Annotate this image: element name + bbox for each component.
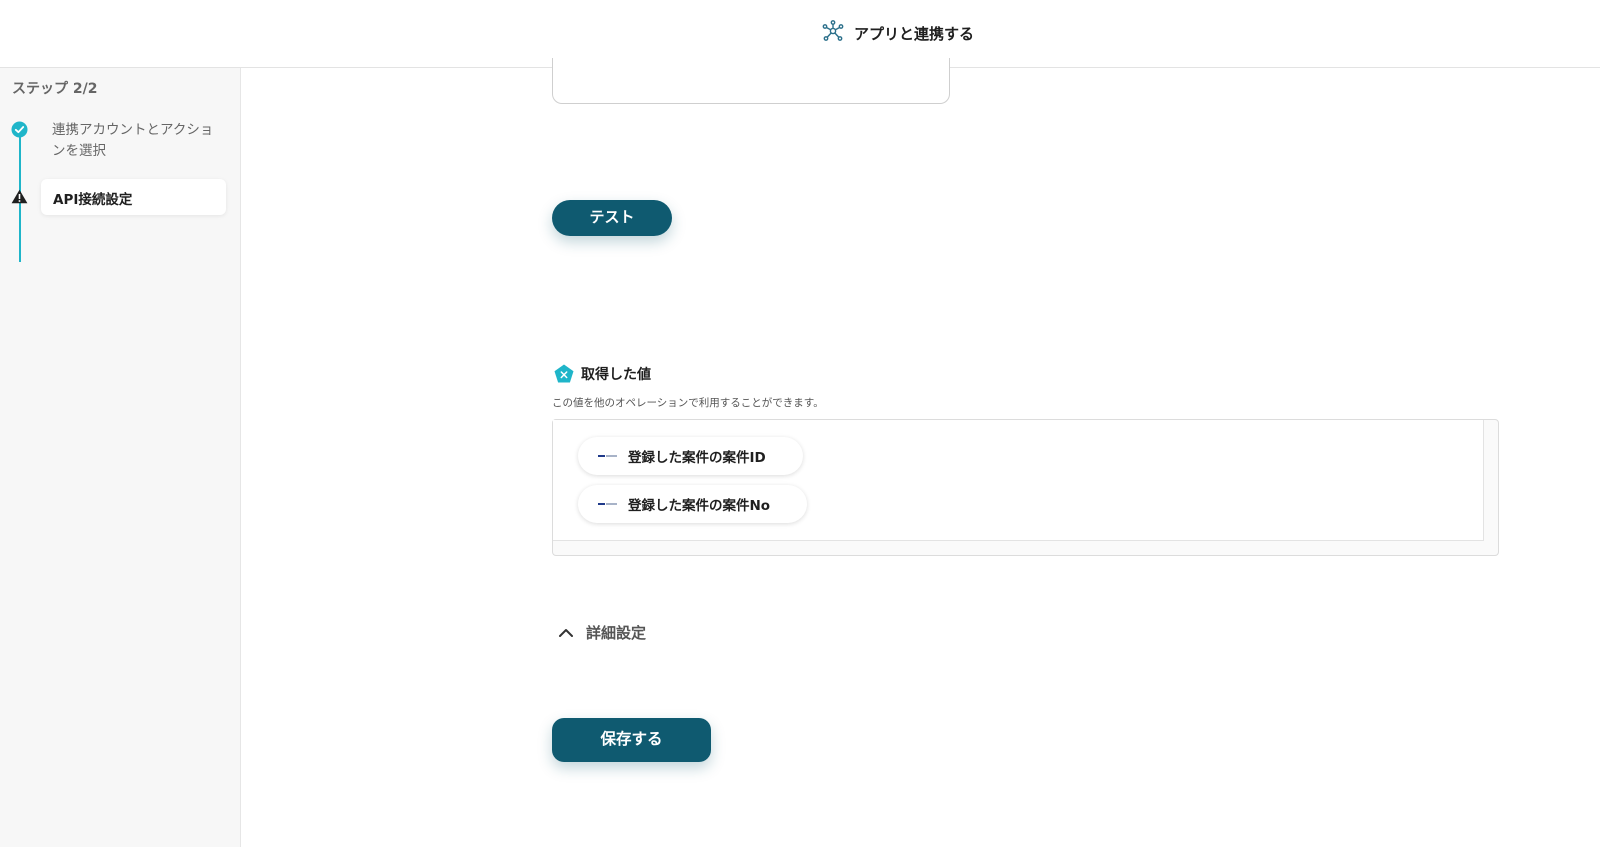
retrieved-values-panel: 登録した案件の案件ID 登録した案件の案件No [552, 419, 1499, 556]
retrieved-values-list: 登録した案件の案件ID 登録した案件の案件No [553, 420, 1484, 541]
check-circle-icon [11, 121, 28, 142]
text-input-field[interactable] [552, 58, 950, 104]
value-chip-label: 登録した案件の案件No [628, 498, 771, 514]
app-logo-icon [598, 502, 618, 507]
header-title: アプリと連携する [854, 24, 975, 43]
retrieved-values-description: この値を他のオペレーションで利用することができます。 [552, 397, 824, 409]
sidebar-step-api-settings[interactable]: API接続設定 [41, 179, 226, 215]
retrieved-values-title: 取得した値 [581, 367, 651, 383]
test-button[interactable]: テスト [552, 200, 672, 236]
steps-sidebar: ステップ 2/2 連携アカウントとアクションを選択 API接続設定 [0, 68, 241, 847]
save-button[interactable]: 保存する [552, 718, 711, 762]
advanced-settings-toggle[interactable]: 詳細設定 [558, 622, 646, 643]
app-logo-icon [598, 454, 618, 459]
value-chip-case-no[interactable]: 登録した案件の案件No [578, 485, 807, 523]
chevron-up-icon [558, 623, 574, 642]
network-hub-icon [822, 20, 844, 46]
advanced-settings-label: 詳細設定 [586, 624, 647, 642]
sidebar-step-select-account[interactable]: 連携アカウントとアクションを選択 [52, 120, 217, 162]
warning-triangle-icon [11, 189, 28, 208]
header-title-group: アプリと連携する [822, 20, 974, 46]
value-chip-label: 登録した案件の案件ID [628, 450, 766, 466]
pentagon-x-icon [554, 364, 574, 387]
value-chip-case-id[interactable]: 登録した案件の案件ID [578, 437, 803, 475]
sidebar-step-label: API接続設定 [53, 192, 133, 208]
step-counter: ステップ 2/2 [12, 81, 98, 97]
